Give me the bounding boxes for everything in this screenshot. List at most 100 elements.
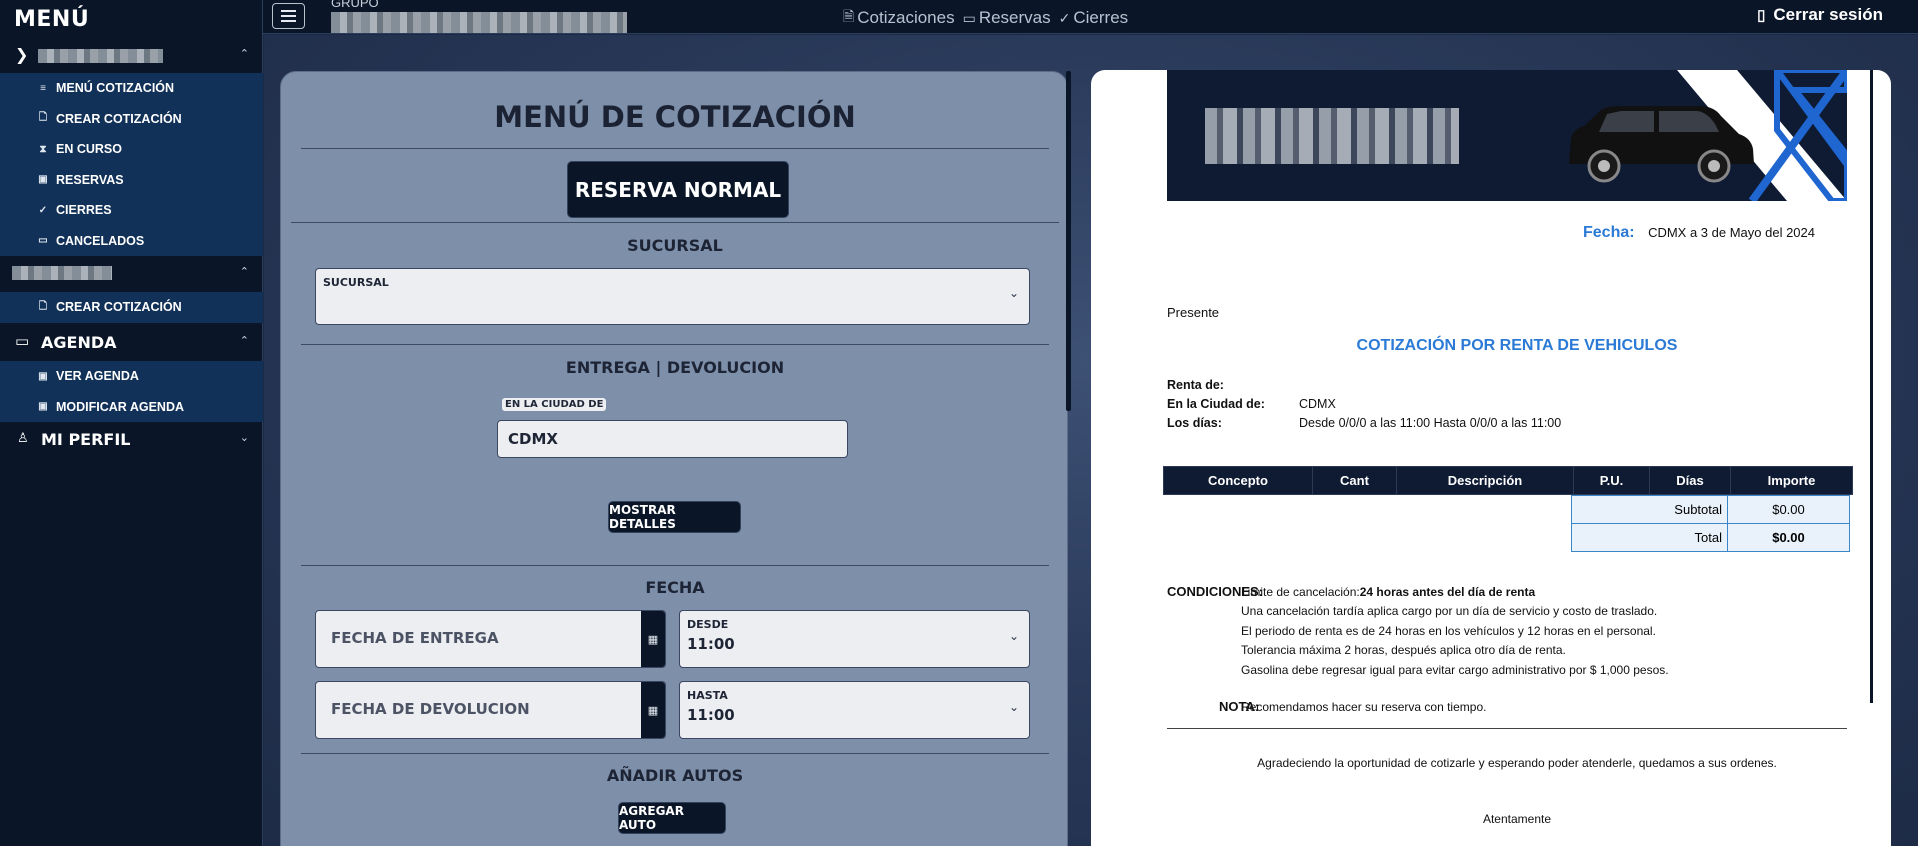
column-header: Descripción — [1396, 466, 1574, 495]
nav-cotizaciones[interactable]: 🗎 Cotizaciones — [843, 6, 955, 30]
sidebar-perfil-header[interactable]: ♙ MI PERFIL ⌄ — [0, 423, 263, 456]
fecha-entrega-input[interactable]: FECHA DE ENTREGA ▦ — [315, 610, 666, 668]
reserva-normal-button[interactable]: RESERVA NORMAL — [567, 161, 789, 218]
autos-section-label: AÑADIR AUTOS — [606, 766, 744, 785]
subtotal-row: Subtotal $0.00 — [1571, 495, 1850, 524]
document-banner — [1167, 70, 1847, 201]
show-details-button[interactable]: MOSTRAR DETALLES — [608, 501, 741, 533]
chevron-down-icon: ⌄ — [239, 431, 249, 444]
calendar-icon[interactable]: ▦ — [641, 611, 665, 667]
condition-line: El periodo de renta es de 24 horas en lo… — [1241, 623, 1656, 638]
logout-button[interactable]: ▯ Cerrar sesión — [1757, 5, 1883, 25]
form-title: MENÚ DE COTIZACIÓN — [494, 100, 856, 134]
subtotal-value: $0.00 — [1727, 495, 1850, 524]
hasta-select[interactable]: HASTA 11:00 ⌄ — [679, 681, 1030, 739]
window-icon: ▭ — [962, 9, 976, 26]
column-header: P.U. — [1573, 466, 1650, 495]
sidebar-group-1-header[interactable]: ❯ ⌃ — [0, 39, 263, 72]
sidebar-item-cierres[interactable]: ✓ CIERRES — [0, 195, 263, 226]
dias-value: Desde 0/0/0 a las 11:00 Hasta 0/0/0 a la… — [1299, 416, 1562, 430]
sidebar-item-label: VER AGENDA — [56, 369, 139, 384]
calendar-icon: ▣ — [38, 174, 48, 186]
renta-label: Renta de: — [1167, 378, 1224, 392]
logout-icon: ▯ — [1757, 7, 1766, 24]
closing-text: Agradeciendo la oportunidad de cotizarle… — [1257, 756, 1777, 770]
document-title: COTIZACIÓN POR RENTA DE VEHICULOS — [1356, 337, 1678, 354]
chevron-down-icon: ⌄ — [1008, 629, 1019, 643]
column-header: Días — [1649, 466, 1731, 495]
calendar-edit-icon: ▣ — [38, 401, 48, 413]
quote-form-panel: MENÚ DE COTIZACIÓN RESERVA NORMAL SUCURS… — [280, 71, 1068, 846]
sucursal-select-label: SUCURSAL — [323, 276, 389, 289]
sidebar-item-ver-agenda[interactable]: ▣ VER AGENDA — [0, 361, 263, 392]
topbar: GRUPO 🗎 Cotizaciones ▭ Reservas ✓ Cierres ▯ C… — [263, 0, 1918, 34]
sidebar-agenda-items: ▣ VER AGENDA ▣ MODIFICAR AGENDA — [0, 361, 263, 422]
agenda-label: AGENDA — [41, 333, 117, 352]
sidebar-item-crear-cotizaci-n[interactable]: 🗋 CREAR COTIZACIÓN — [0, 104, 263, 135]
total-row: Total $0.00 — [1571, 523, 1850, 552]
check-circle-icon: ✓ — [38, 204, 48, 216]
hamburger-icon-line — [281, 20, 296, 22]
fecha-label: Fecha: — [1583, 224, 1635, 241]
nav-reservas[interactable]: ▭ Reservas — [963, 6, 1051, 30]
sidebar-item-cancelados[interactable]: ▭ CANCELADOS — [0, 226, 263, 257]
chevron-down-icon: ⌄ — [1008, 286, 1019, 300]
list-icon: ≡ — [40, 82, 46, 94]
redacted-logo — [1205, 108, 1459, 164]
sucursal-select[interactable]: SUCURSAL ⌄ — [315, 268, 1030, 325]
nav-label: Cierres — [1073, 8, 1129, 27]
sidebar-item-reservas[interactable]: ▣ RESERVAS — [0, 165, 263, 196]
sidebar-item-men-cotizaci-n[interactable]: ≡ MENÚ COTIZACIÓN — [0, 73, 263, 104]
entrega-section-label: ENTREGA | DEVOLUCION — [565, 358, 785, 377]
divider — [301, 565, 1049, 566]
sidebar-item-crear-cotizaci-n[interactable]: 🗋 CREAR COTIZACIÓN — [0, 292, 263, 323]
table-header-row: Concepto Cant Descripción P.U. Días Importe — [1163, 466, 1853, 495]
divider — [291, 222, 1059, 223]
fecha-section-label: FECHA — [645, 578, 705, 597]
nav-label: Reservas — [978, 8, 1051, 27]
sidebar-item-label: MENÚ COTIZACIÓN — [56, 81, 175, 96]
cancel-condition: Limite de cancelación:24 horas antes del… — [1241, 585, 1535, 599]
check-circle-icon: ✓ — [1058, 9, 1071, 26]
desde-label: DESDE — [687, 618, 729, 631]
document-scrollbar[interactable] — [1870, 70, 1873, 703]
total-label: Total — [1571, 523, 1728, 552]
ciudad-doc-label: En la Ciudad de: — [1167, 397, 1265, 411]
sidebar-item-modificar-agenda[interactable]: ▣ MODIFICAR AGENDA — [0, 392, 263, 423]
sidebar-group-2-items: 🗋 CREAR COTIZACIÓN — [0, 292, 263, 323]
chevron-up-icon: ⌃ — [239, 47, 249, 60]
desde-value: 11:00 — [687, 635, 735, 653]
hamburger-icon-line — [281, 10, 296, 12]
perfil-label: MI PERFIL — [41, 430, 131, 449]
calendar-icon[interactable]: ▦ — [641, 682, 665, 738]
archive-icon: ▭ — [38, 235, 48, 247]
sidebar-group-2-header[interactable]: ⌃ — [0, 257, 263, 290]
document-icon: 🗎 — [843, 8, 855, 24]
redacted-company-name — [331, 12, 627, 33]
sidebar-item-label: CREAR COTIZACIÓN — [56, 111, 182, 126]
chevron-up-icon: ⌃ — [239, 334, 249, 347]
divider — [301, 344, 1049, 345]
fecha-devolucion-placeholder: FECHA DE DEVOLUCION — [331, 700, 530, 718]
ciudad-input[interactable]: CDMX — [497, 420, 848, 458]
fecha-value: CDMX a 3 de Mayo del 2024 — [1648, 225, 1815, 240]
redacted-group-name — [12, 266, 112, 280]
presente-text: Presente — [1167, 305, 1220, 320]
hamburger-menu-button[interactable] — [272, 3, 305, 29]
chevron-down-icon: ⌄ — [1008, 700, 1019, 714]
form-scrollbar[interactable] — [1066, 71, 1071, 411]
sidebar-item-en-curso[interactable]: ⧗ EN CURSO — [0, 134, 263, 165]
dias-label: Los días: — [1167, 416, 1222, 430]
divider — [301, 753, 1049, 754]
sidebar-group-1-items: ≡ MENÚ COTIZACIÓN 🗋 CREAR COTIZACIÓN ⧗ EN CUR… — [0, 73, 263, 256]
sidebar: MENÚ ❯ ⌃ ≡ MENÚ COTIZACIÓN 🗋 CREAR COTIZACI… — [0, 0, 263, 846]
fecha-entrega-placeholder: FECHA DE ENTREGA — [331, 629, 499, 647]
fecha-devolucion-input[interactable]: FECHA DE DEVOLUCION ▦ — [315, 681, 666, 739]
sidebar-agenda-header[interactable]: ▭ AGENDA ⌃ — [0, 326, 263, 359]
desde-select[interactable]: DESDE 11:00 ⌄ — [679, 610, 1030, 668]
add-car-button[interactable]: AGREGAR AUTO — [618, 802, 726, 834]
cancel-prefix: Limite de cancelación: — [1241, 585, 1360, 599]
column-header: Concepto — [1163, 466, 1313, 495]
nav-cierres[interactable]: ✓ Cierres — [1059, 6, 1129, 30]
user-icon: ♙ — [17, 431, 29, 446]
